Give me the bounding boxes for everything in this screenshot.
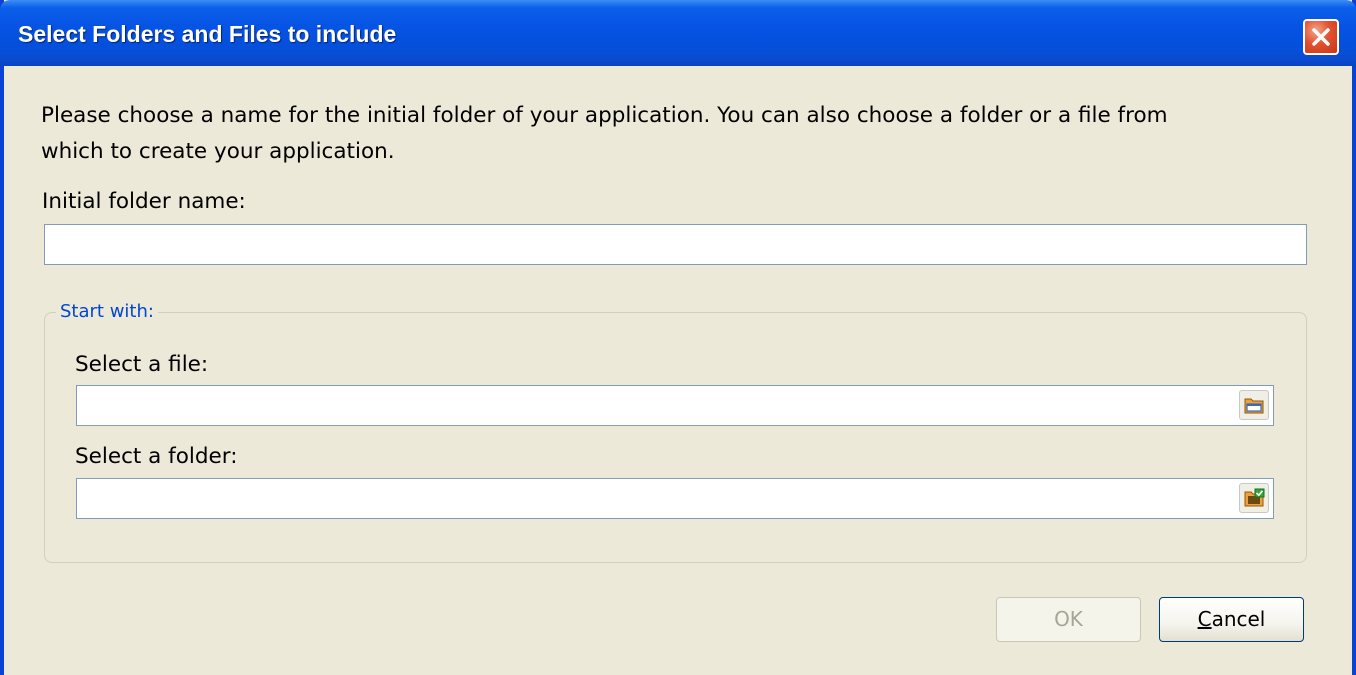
cancel-label-rest: ancel [1211,607,1266,631]
description-line-1: Please choose a name for the initial fol… [41,103,1168,128]
title-bar[interactable]: Select Folders and Files to include [0,0,1356,66]
start-with-group [44,312,1307,563]
select-folder-label: Select a folder: [75,444,238,469]
dialog-description: Please choose a name for the initial fol… [41,98,1281,170]
browse-folder-icon [1244,488,1265,507]
close-icon [1312,28,1330,46]
cancel-button[interactable]: Cancel [1159,597,1304,642]
window-title: Select Folders and Files to include [18,21,397,47]
browse-folder-button[interactable] [1239,483,1269,513]
select-file-label: Select a file: [75,352,209,377]
open-file-icon [1244,398,1264,414]
select-file-input[interactable] [76,385,1274,426]
ok-button[interactable]: OK [996,597,1141,642]
select-folder-input[interactable] [76,478,1274,519]
initial-folder-label: Initial folder name: [42,189,246,214]
start-with-legend: Start with: [56,300,158,324]
initial-folder-input[interactable] [44,224,1307,265]
close-button[interactable] [1303,19,1339,55]
cancel-accelerator: C [1197,607,1212,631]
browse-file-button[interactable] [1239,390,1269,420]
description-line-2: which to create your application. [41,139,395,164]
